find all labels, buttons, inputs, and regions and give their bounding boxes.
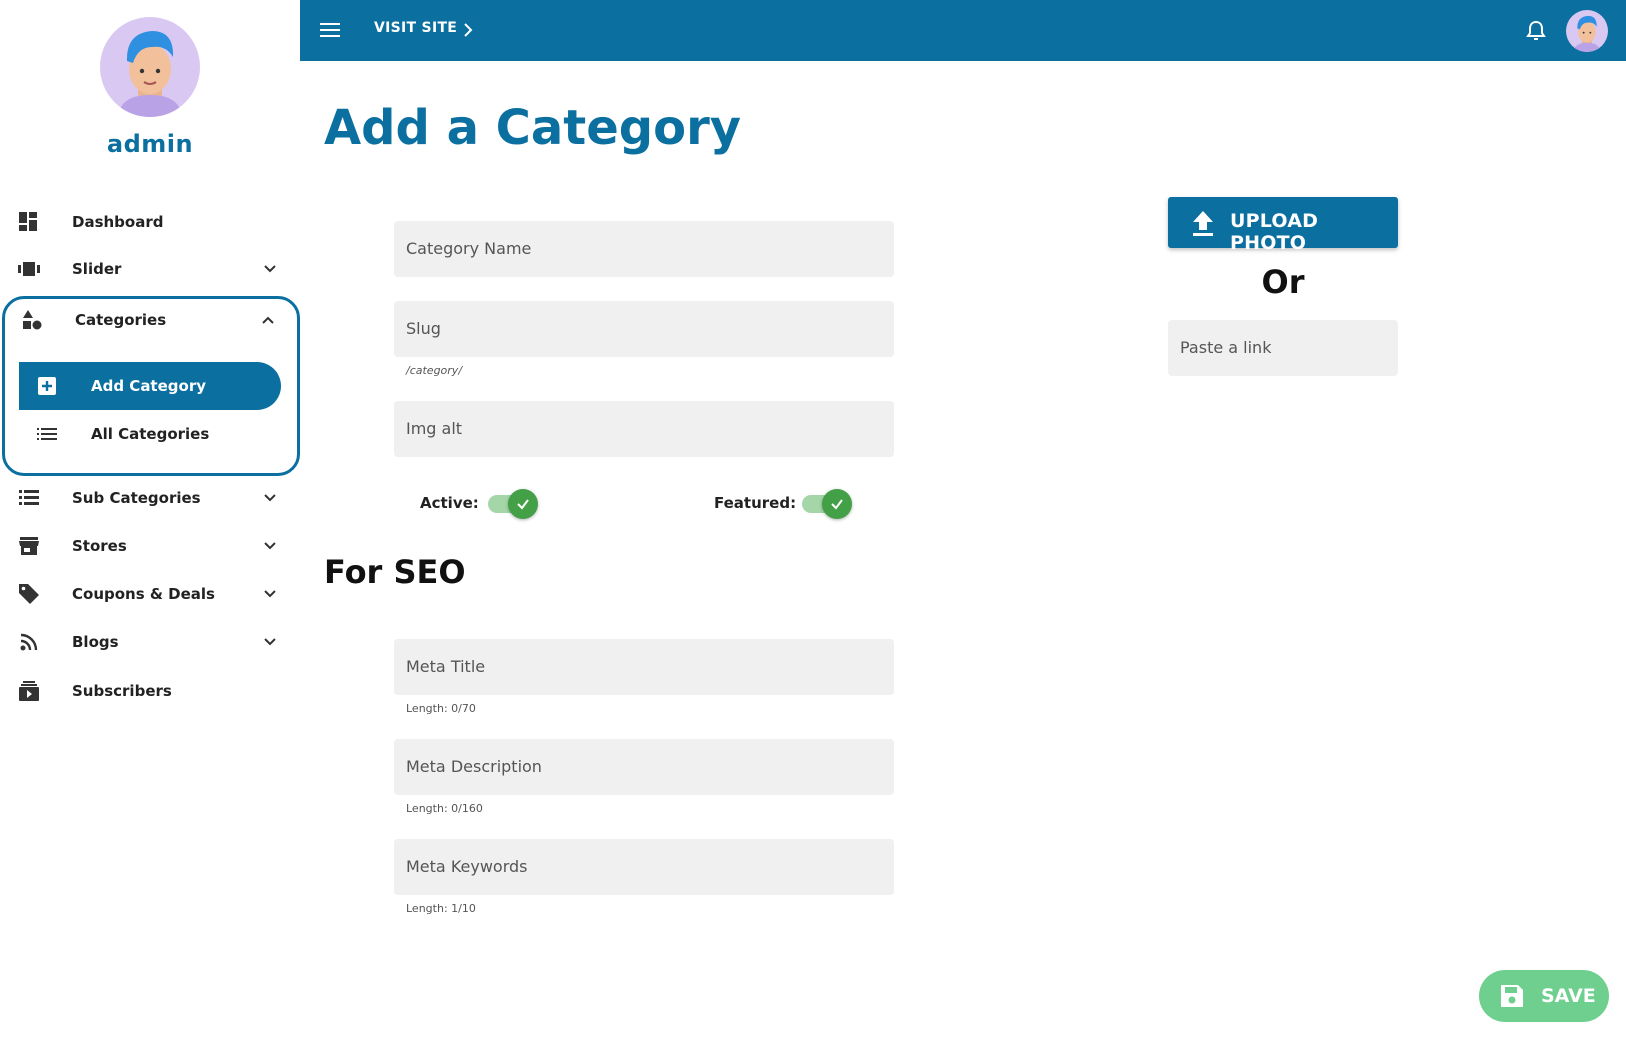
category-name-field[interactable]: Category Name xyxy=(394,221,894,277)
tag-icon xyxy=(18,583,40,605)
sidebar-item-label: Stores xyxy=(72,537,127,555)
dashboard-icon xyxy=(18,211,40,233)
profile-section: admin xyxy=(0,0,300,180)
meta-title-length: Length: 0/70 xyxy=(406,702,476,715)
sidebar-item-label: Coupons & Deals xyxy=(72,585,215,603)
active-toggle[interactable] xyxy=(486,487,542,519)
img-alt-field[interactable]: Img alt xyxy=(394,401,894,457)
save-button[interactable]: SAVE xyxy=(1479,970,1609,1022)
chevron-up-icon xyxy=(262,316,274,324)
profile-name: admin xyxy=(106,130,194,158)
or-separator: Or xyxy=(1261,263,1305,301)
sidebar-item-label: Categories xyxy=(75,311,167,329)
chevron-down-icon xyxy=(264,638,276,646)
sidebar-item-add-category[interactable]: Add Category xyxy=(19,362,281,410)
slider-icon xyxy=(18,258,40,280)
meta-keywords-field[interactable]: Meta Keywords xyxy=(394,839,894,895)
sidebar-item-all-categories[interactable]: All Categories xyxy=(19,414,281,454)
chevron-down-icon xyxy=(264,542,276,550)
seo-section-title: For SEO xyxy=(324,553,466,591)
check-icon xyxy=(831,499,843,510)
sidebar-item-coupons-deals[interactable]: Coupons & Deals xyxy=(0,574,300,614)
chevron-down-icon xyxy=(264,590,276,598)
sidebar-item-subscribers[interactable]: Subscribers xyxy=(0,671,300,711)
toggle-knob xyxy=(508,489,538,519)
save-icon xyxy=(1501,985,1523,1007)
avatar[interactable] xyxy=(100,17,200,117)
chevron-right-icon[interactable] xyxy=(460,21,476,39)
check-icon xyxy=(517,499,529,510)
page-title: Add a Category xyxy=(324,100,742,156)
rss-icon xyxy=(18,631,40,653)
paste-link-field[interactable]: Paste a link xyxy=(1168,320,1398,376)
store-icon xyxy=(18,535,40,557)
upload-photo-button[interactable]: UPLOAD PHOTO xyxy=(1168,197,1398,254)
menu-icon[interactable] xyxy=(318,18,342,42)
top-app-bar: VISIT SITE xyxy=(300,0,1626,61)
meta-description-placeholder: Meta Description xyxy=(406,757,542,776)
sidebar-item-label: Blogs xyxy=(72,633,119,651)
upload-photo-label: UPLOAD PHOTO xyxy=(1230,210,1319,254)
paste-link-placeholder: Paste a link xyxy=(1180,338,1272,357)
sidebar-item-dashboard[interactable]: Dashboard xyxy=(0,202,300,242)
subscriptions-icon xyxy=(18,680,40,702)
category-name-placeholder: Category Name xyxy=(406,239,532,258)
list-icon xyxy=(37,428,57,440)
sidebar-item-categories[interactable]: Categories xyxy=(0,300,300,340)
categories-icon xyxy=(21,309,43,331)
user-avatar-button[interactable] xyxy=(1566,10,1608,52)
meta-title-field[interactable]: Meta Title xyxy=(394,639,894,695)
sidebar-item-label: Dashboard xyxy=(72,213,164,231)
img-alt-placeholder: Img alt xyxy=(406,419,463,438)
chevron-down-icon xyxy=(264,265,276,273)
meta-keywords-length: Length: 1/10 xyxy=(406,902,476,915)
sidebar-item-label: Slider xyxy=(72,260,122,278)
meta-description-field[interactable]: Meta Description xyxy=(394,739,894,795)
toggle-knob xyxy=(822,489,852,519)
notifications-icon[interactable] xyxy=(1524,19,1548,43)
upload-icon xyxy=(1193,211,1213,236)
meta-title-placeholder: Meta Title xyxy=(406,657,486,676)
sidebar-item-slider[interactable]: Slider xyxy=(0,249,300,289)
active-label: Active: xyxy=(420,494,479,512)
sidebar-item-label: Subscribers xyxy=(72,682,172,700)
slug-placeholder: Slug xyxy=(406,319,441,338)
list-icon xyxy=(18,487,40,509)
chevron-down-icon xyxy=(264,494,276,502)
slug-helper-text: /category/ xyxy=(406,364,463,377)
sidebar-sub-label: All Categories xyxy=(91,425,210,443)
save-label: SAVE xyxy=(1541,985,1596,1007)
visit-site-link[interactable]: VISIT SITE xyxy=(374,20,457,36)
meta-keywords-placeholder: Meta Keywords xyxy=(406,857,528,876)
sidebar-item-blogs[interactable]: Blogs xyxy=(0,622,300,662)
add-box-icon xyxy=(38,377,56,395)
featured-toggle[interactable] xyxy=(800,487,856,519)
sidebar-item-label: Sub Categories xyxy=(72,489,201,507)
sidebar-sub-label: Add Category xyxy=(91,377,206,395)
sidebar: admin Dashboard Slider Categories Add Ca… xyxy=(0,0,300,1040)
featured-label: Featured: xyxy=(714,494,797,512)
sidebar-item-sub-categories[interactable]: Sub Categories xyxy=(0,478,300,518)
sidebar-item-stores[interactable]: Stores xyxy=(0,526,300,566)
slug-field[interactable]: Slug xyxy=(394,301,894,357)
meta-description-length: Length: 0/160 xyxy=(406,802,483,815)
